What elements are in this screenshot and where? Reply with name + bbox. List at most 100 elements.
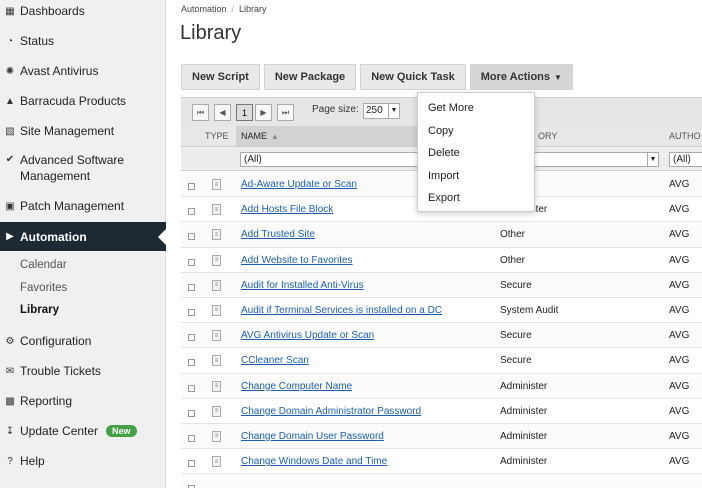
more-actions-button[interactable]: More Actions ▼: [469, 64, 573, 90]
table-row[interactable]: ≡ Change Domain User Password Administer…: [181, 423, 702, 450]
new-script-button[interactable]: New Script: [181, 64, 260, 90]
script-name-link[interactable]: Ad-Aware Update or Scan: [241, 179, 357, 190]
sidebar-item-dashboards[interactable]: ▦ Dashboards: [0, 2, 166, 20]
sidebar-item-update-center[interactable]: ↧ Update Center New: [0, 422, 166, 440]
sidebar-item-label: Dashboards: [20, 4, 85, 18]
menu-item-import[interactable]: Import: [418, 165, 534, 188]
new-quick-task-button[interactable]: New Quick Task: [360, 64, 466, 90]
script-name-link[interactable]: AVG Antivirus Update or Scan: [241, 330, 374, 341]
script-name-link[interactable]: Change Windows Date and Time: [241, 456, 387, 467]
next-page-icon[interactable]: ▶: [255, 104, 272, 121]
sidebar-item-status[interactable]: ◔ Status: [0, 32, 166, 50]
sidebar-item-configuration[interactable]: ⚙ Configuration: [0, 332, 166, 350]
menu-item-get-more[interactable]: Get More: [418, 97, 534, 120]
script-name-link[interactable]: Add Website to Favorites: [241, 255, 353, 266]
script-icon: ≡: [212, 430, 221, 442]
table-row[interactable]: ≡ AVG Antivirus Update or Scan Secure AV…: [181, 323, 702, 349]
table-row[interactable]: ≡ Add Trusted Site Other AVG: [181, 222, 702, 248]
author-filter-select[interactable]: (All): [669, 152, 702, 167]
category-cell: Other: [500, 229, 526, 241]
sidebar-item-avast-antivirus[interactable]: ✺ Avast Antivirus: [0, 62, 166, 80]
table-row[interactable]: ≡ Change Windows Date and Time Administe…: [181, 449, 702, 475]
new-package-button[interactable]: New Package: [263, 64, 357, 90]
script-name-link[interactable]: Change Domain User Password: [241, 431, 384, 442]
menu-item-export[interactable]: Export: [418, 187, 534, 210]
sidebar-item-advanced-software-management[interactable]: ✔ Advanced Software Management: [0, 152, 166, 186]
script-icon: ≡: [212, 279, 221, 291]
row-checkbox[interactable]: [188, 460, 195, 468]
check-circle-icon: ✔: [5, 154, 15, 165]
row-checkbox[interactable]: [188, 283, 195, 291]
menu-item-delete[interactable]: Delete: [418, 142, 534, 165]
menu-item-copy[interactable]: Copy: [418, 120, 534, 143]
row-checkbox[interactable]: [188, 183, 195, 190]
sidebar-item-label: Avast Antivirus: [20, 64, 99, 78]
sidebar-item-label: Status: [20, 34, 55, 48]
page-number-button[interactable]: 1: [236, 104, 253, 121]
author-cell: AVG: [669, 380, 690, 392]
row-checkbox[interactable]: [188, 409, 195, 417]
author-cell: AVG: [669, 355, 690, 367]
name-filter-value: (All): [244, 154, 262, 165]
author-cell: AVG: [669, 204, 690, 216]
caret-down-icon: ▼: [554, 72, 562, 82]
sidebar-subitem-library[interactable]: Library: [20, 304, 59, 316]
row-checkbox[interactable]: [188, 208, 195, 216]
author-cell: AVG: [669, 405, 690, 417]
author-cell: AVG: [669, 229, 690, 241]
table-row[interactable]: ≡ Change Domain Administrator Password A…: [181, 399, 702, 424]
script-icon: ≡: [212, 254, 221, 266]
script-name-link[interactable]: Add Trusted Site: [241, 229, 315, 240]
sidebar-item-label: Update Center: [20, 424, 99, 438]
last-page-icon[interactable]: ⏭: [277, 104, 294, 121]
row-checkbox[interactable]: [188, 359, 195, 367]
sidebar-item-site-management[interactable]: ▧ Site Management: [0, 122, 166, 140]
script-name-link[interactable]: Change Domain Administrator Password: [241, 406, 421, 417]
breadcrumb: Automation / Library: [181, 4, 267, 14]
table-row[interactable]: [181, 474, 702, 488]
script-name-link[interactable]: Audit if Terminal Services is installed …: [241, 305, 442, 316]
gears-icon: ⚙: [5, 335, 15, 347]
script-icon: ≡: [212, 355, 221, 367]
table-row[interactable]: ≡ Change Computer Name Administer AVG: [181, 373, 702, 399]
script-name-link[interactable]: CCleaner Scan: [241, 355, 309, 366]
sidebar-item-barracuda-products[interactable]: ▲ Barracuda Products: [0, 92, 166, 110]
page-size-select[interactable]: 250 ▼: [363, 103, 400, 119]
page-title: Library: [180, 22, 242, 44]
more-actions-menu: Get More Copy Delete Import Export: [417, 92, 535, 212]
table-row[interactable]: ≡ Audit if Terminal Services is installe…: [181, 298, 702, 324]
script-icon: ≡: [212, 229, 221, 241]
table-row[interactable]: ≡ Add Website to Favorites Other AVG: [181, 248, 702, 273]
column-header-type[interactable]: TYPE: [203, 126, 236, 147]
first-page-icon[interactable]: ⏮: [192, 104, 209, 121]
breadcrumb-parent[interactable]: Automation: [181, 4, 227, 14]
sidebar-subitem-calendar[interactable]: Calendar: [20, 259, 67, 271]
row-checkbox[interactable]: [188, 384, 195, 392]
table-row[interactable]: ≡ CCleaner Scan Secure AVG: [181, 348, 702, 374]
grid-rows: ≡ Ad-Aware Update or Scan AVG ≡ Add Host…: [181, 172, 702, 488]
row-checkbox[interactable]: [188, 258, 195, 266]
script-name-link[interactable]: Change Computer Name: [241, 381, 352, 392]
script-name-link[interactable]: Audit for Installed Anti-Virus: [241, 280, 364, 291]
script-icon: ≡: [212, 304, 221, 316]
download-icon: ↧: [5, 425, 15, 437]
category-cell: Administer: [500, 405, 548, 417]
row-checkbox[interactable]: [188, 308, 195, 316]
sidebar-item-patch-management[interactable]: ▣ Patch Management: [0, 197, 166, 215]
chevron-down-icon: ▼: [647, 153, 658, 166]
sidebar-subitem-favorites[interactable]: Favorites: [20, 282, 67, 294]
sidebar-item-help[interactable]: ? Help: [0, 452, 166, 470]
script-icon: ≡: [212, 380, 221, 392]
script-name-link[interactable]: Add Hosts File Block: [241, 204, 333, 215]
sidebar-item-trouble-tickets[interactable]: ✉ Trouble Tickets: [0, 362, 166, 380]
row-checkbox[interactable]: [188, 233, 195, 241]
sidebar-item-label: Trouble Tickets: [20, 364, 101, 378]
author-cell: AVG: [669, 179, 690, 190]
row-checkbox[interactable]: [188, 434, 195, 442]
prev-page-icon[interactable]: ◀: [214, 104, 231, 121]
table-row[interactable]: ≡ Audit for Installed Anti-Virus Secure …: [181, 272, 702, 298]
column-header-author[interactable]: AUTHO: [666, 126, 702, 147]
row-checkbox[interactable]: [188, 334, 195, 342]
sidebar-item-automation[interactable]: ▶ Automation: [0, 222, 167, 251]
sidebar-item-reporting[interactable]: ▩ Reporting: [0, 392, 166, 410]
